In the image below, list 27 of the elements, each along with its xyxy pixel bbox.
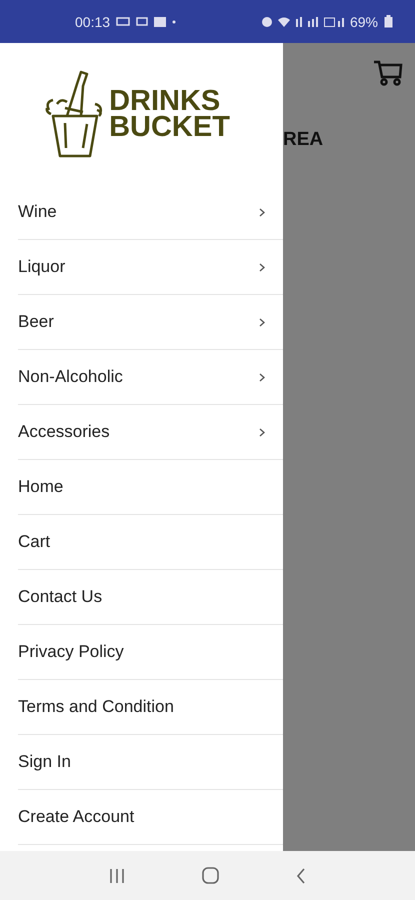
menu-item-label: Contact Us	[18, 587, 104, 607]
menu-item-label: Wine	[18, 202, 58, 222]
battery-percent: 69%	[350, 14, 378, 30]
recent-apps-icon[interactable]	[108, 868, 125, 884]
home-icon[interactable]	[202, 867, 219, 884]
dot-icon	[172, 20, 176, 24]
menu-item-label: Terms and Condition	[18, 697, 175, 717]
menu-item-label: Non-Alcoholic	[18, 367, 124, 387]
menu-item-label: Sign In	[18, 752, 72, 772]
logo-text: BUCKET	[109, 114, 230, 140]
menu-item-label: Cart	[18, 532, 52, 552]
logo-text: DRINKS	[109, 88, 220, 114]
cart-icon[interactable]	[373, 59, 403, 87]
image-icon	[154, 16, 166, 26]
menu-item-label: Home	[18, 477, 64, 497]
menu-item-label: Privacy Policy	[18, 642, 125, 662]
back-icon[interactable]	[296, 868, 306, 884]
menu-item-label: Create Account	[18, 807, 136, 827]
wifi-icon	[278, 16, 290, 26]
menu-item-label: Liquor	[18, 257, 66, 277]
status-time: 00:13	[75, 14, 110, 30]
menu-item-label: Beer	[18, 312, 55, 332]
notification-icon	[136, 17, 148, 26]
battery-icon	[384, 15, 393, 28]
menu-item-label: Accessories	[18, 422, 111, 442]
notification-icon	[116, 17, 130, 26]
page-heading: REA	[283, 129, 324, 151]
